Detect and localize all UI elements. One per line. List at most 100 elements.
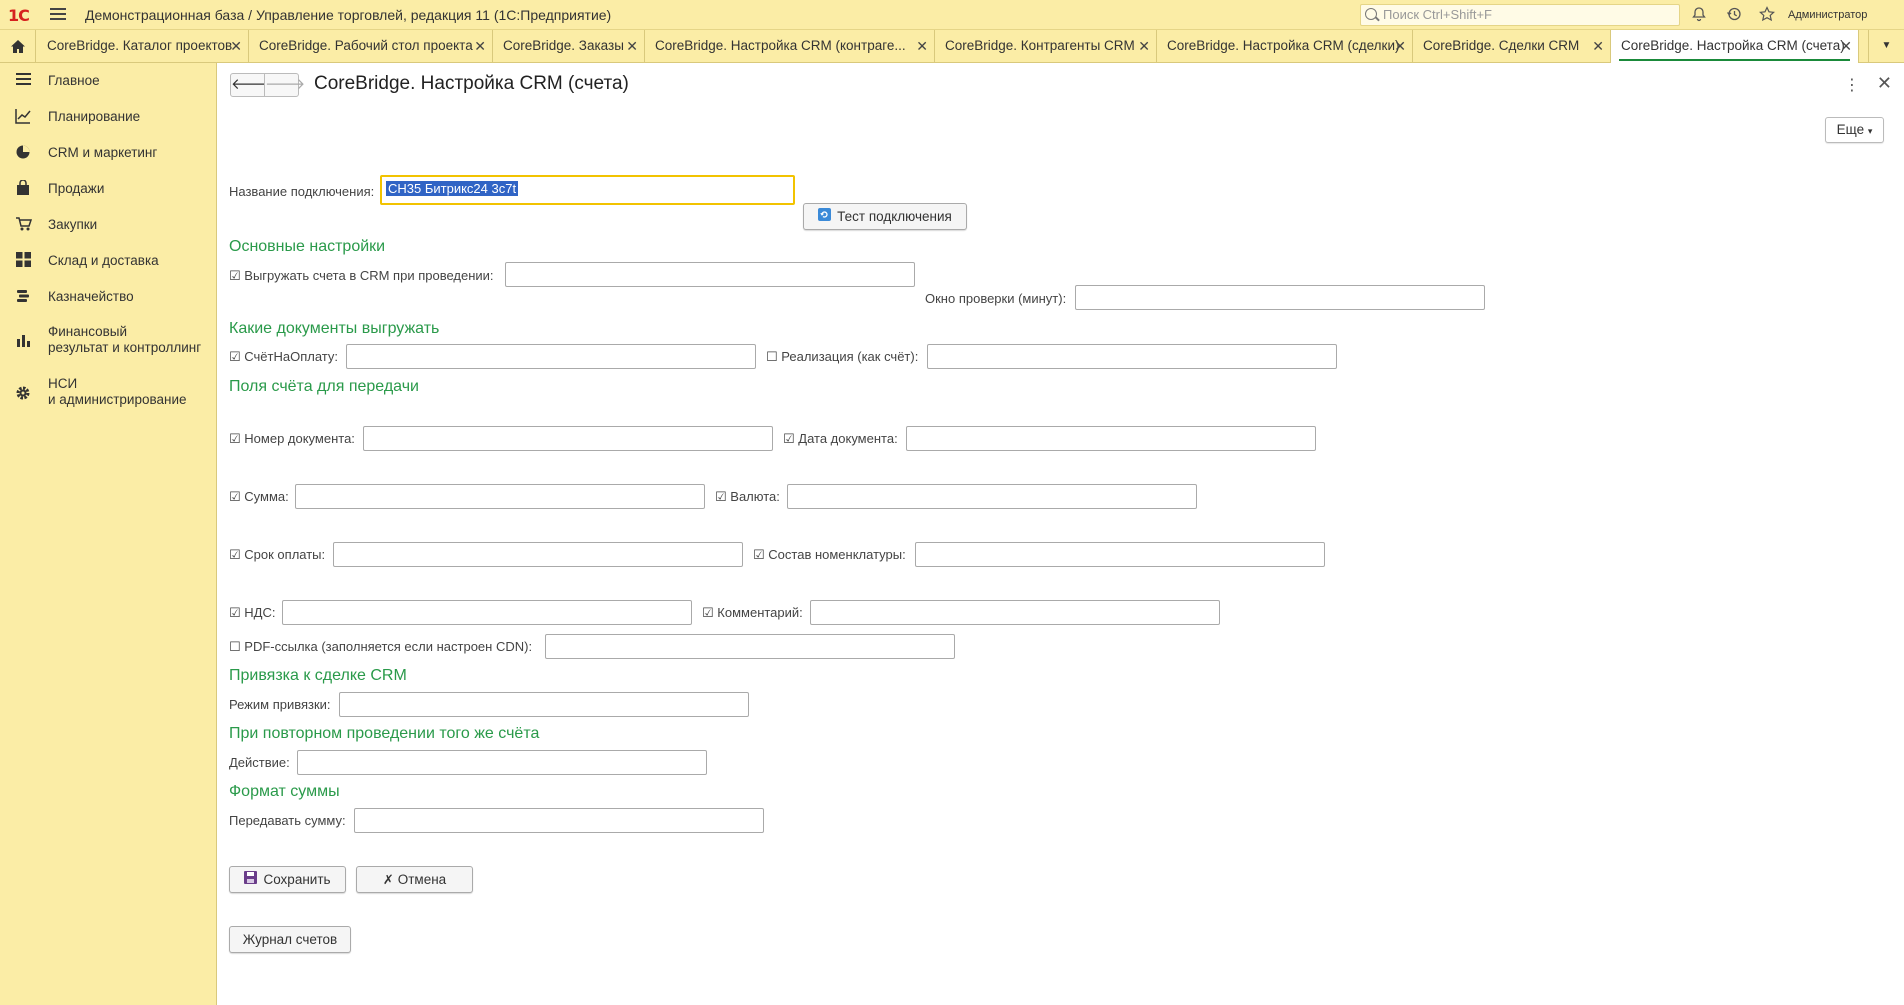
back-button[interactable]: 🡐 bbox=[230, 73, 271, 97]
due-date-checkbox[interactable]: ☑ Срок оплаты: bbox=[229, 547, 325, 563]
save-icon bbox=[244, 868, 258, 893]
coins-icon bbox=[14, 288, 32, 306]
bar-chart-icon bbox=[14, 333, 32, 351]
save-button[interactable]: Сохранить bbox=[229, 866, 346, 893]
action-label: Действие: bbox=[229, 755, 290, 770]
search-input[interactable]: Поиск Ctrl+Shift+F bbox=[1360, 4, 1680, 26]
invoice-journal-button[interactable]: Журнал счетов bbox=[229, 926, 351, 953]
invoice-field[interactable] bbox=[346, 344, 756, 369]
vat-checkbox[interactable]: ☑ НДС: bbox=[229, 605, 275, 621]
gear-icon bbox=[14, 385, 32, 403]
tabs-dropdown-button[interactable]: ▼ bbox=[1868, 30, 1904, 63]
user-name[interactable]: Администратор bbox=[1788, 9, 1867, 21]
history-icon[interactable] bbox=[1725, 6, 1743, 24]
sidebar-item-finance[interactable]: Финансовый результат и контроллинг bbox=[0, 324, 217, 360]
bag-icon bbox=[14, 179, 32, 198]
comment-field[interactable] bbox=[810, 600, 1220, 625]
comment-checkbox[interactable]: ☑ Комментарий: bbox=[702, 605, 803, 621]
section-documents: Какие документы выгружать bbox=[229, 320, 440, 337]
more-button[interactable]: Еще ▾ bbox=[1825, 117, 1884, 143]
section-sum-format: Формат суммы bbox=[229, 783, 340, 800]
tabs-bar: CoreBridge. Каталог проектов ✕ CoreBridge… bbox=[0, 30, 1904, 63]
refresh-icon bbox=[818, 205, 832, 230]
forward-button[interactable]: 🡒 bbox=[264, 73, 305, 97]
tab-deals-crm[interactable]: CoreBridge. Сделки CRM ✕ bbox=[1413, 30, 1611, 63]
app-logo[interactable]: 1С bbox=[8, 6, 38, 25]
due-date-field[interactable] bbox=[333, 542, 743, 567]
title-bar: 1С Демонстрационная база / Управление то… bbox=[0, 0, 1904, 30]
tab-crm-settings-deals[interactable]: CoreBridge. Настройка CRM (сделки) ✕ bbox=[1157, 30, 1413, 63]
sidebar-item-warehouse[interactable]: Склад и доставка bbox=[0, 252, 217, 274]
close-icon[interactable]: ✕ bbox=[230, 30, 242, 62]
tab-crm-settings-invoices[interactable]: CoreBridge. Настройка CRM (счета) ✕ bbox=[1611, 30, 1859, 63]
connection-label: Название подключения: bbox=[229, 184, 375, 199]
link-mode-label: Режим привязки: bbox=[229, 697, 331, 712]
tab-counterparties-crm[interactable]: CoreBridge. Контрагенты CRM ✕ bbox=[935, 30, 1157, 63]
close-icon[interactable]: ✕ bbox=[626, 30, 638, 62]
pie-icon bbox=[14, 144, 32, 162]
close-form-icon[interactable]: ✕ bbox=[1877, 73, 1892, 94]
invoice-checkbox[interactable]: ☑ СчётНаОплату: bbox=[229, 349, 338, 365]
realization-field[interactable] bbox=[927, 344, 1337, 369]
nomenclature-checkbox[interactable]: ☑ Состав номенклатуры: bbox=[753, 547, 906, 563]
check-window-label: Окно проверки (минут): bbox=[925, 291, 1067, 306]
pdf-link-field[interactable] bbox=[545, 634, 955, 659]
test-connection-button[interactable]: Тест подключения bbox=[803, 203, 967, 230]
page-title: CoreBridge. Настройка CRM (счета) bbox=[314, 73, 629, 94]
amount-field[interactable] bbox=[295, 484, 705, 509]
cart-icon bbox=[14, 216, 32, 234]
sidebar-item-planning[interactable]: Планирование bbox=[0, 108, 217, 130]
amount-checkbox[interactable]: ☑ Сумма: bbox=[229, 489, 289, 505]
close-icon[interactable]: ✕ bbox=[1138, 30, 1150, 62]
cancel-button[interactable]: ✗ Отмена bbox=[356, 866, 473, 893]
export-on-post-field[interactable] bbox=[505, 262, 915, 287]
bell-icon[interactable] bbox=[1690, 6, 1708, 24]
doc-number-checkbox[interactable]: ☑ Номер документа: bbox=[229, 431, 355, 447]
pass-amount-label: Передавать сумму: bbox=[229, 813, 346, 828]
star-icon[interactable] bbox=[1758, 6, 1776, 24]
pdf-link-checkbox[interactable]: ☐ PDF-ссылка (заполняется если настроен … bbox=[229, 639, 532, 655]
link-mode-field[interactable] bbox=[339, 692, 749, 717]
tab-orders[interactable]: CoreBridge. Заказы ✕ bbox=[493, 30, 645, 63]
action-field[interactable] bbox=[297, 750, 707, 775]
realization-checkbox[interactable]: ☐ Реализация (как счёт): bbox=[766, 349, 918, 365]
cancel-icon: ✗ bbox=[382, 872, 394, 887]
connection-name-field[interactable]: СН35 Битрикс24 3c7t bbox=[380, 175, 795, 205]
section-invoice-fields: Поля счёта для передачи bbox=[229, 378, 419, 395]
close-icon[interactable]: ✕ bbox=[1394, 30, 1406, 62]
more-actions-icon[interactable]: ⋮ bbox=[1844, 75, 1860, 95]
tab-crm-settings-counterparties[interactable]: CoreBridge. Настройка CRM (контраге... ✕ bbox=[645, 30, 935, 63]
sidebar-item-admin[interactable]: НСИ и администрирование bbox=[0, 376, 217, 412]
sidebar: Главное Планирование CRM и маркетинг Про… bbox=[0, 63, 217, 1005]
close-icon[interactable]: ✕ bbox=[1592, 30, 1604, 62]
doc-date-field[interactable] bbox=[906, 426, 1316, 451]
chart-icon bbox=[14, 108, 32, 126]
export-on-post-checkbox[interactable]: ☑ Выгружать счета в CRM при проведении: bbox=[229, 268, 494, 284]
doc-date-checkbox[interactable]: ☑ Дата документа: bbox=[783, 431, 898, 447]
close-icon[interactable]: ✕ bbox=[474, 30, 486, 62]
home-button[interactable] bbox=[0, 30, 36, 63]
menu-icon[interactable] bbox=[50, 8, 66, 22]
pass-amount-field[interactable] bbox=[354, 808, 764, 833]
section-repost: При повторном проведении того же счёта bbox=[229, 725, 540, 742]
doc-number-field[interactable] bbox=[363, 426, 773, 451]
sidebar-item-purchases[interactable]: Закупки bbox=[0, 216, 217, 238]
close-icon[interactable]: ✕ bbox=[1840, 30, 1852, 62]
currency-field[interactable] bbox=[787, 484, 1197, 509]
tab-desktop[interactable]: CoreBridge. Рабочий стол проекта ✕ bbox=[249, 30, 493, 63]
check-window-field[interactable] bbox=[1075, 285, 1485, 310]
section-basic-settings: Основные настройки bbox=[229, 238, 386, 255]
currency-checkbox[interactable]: ☑ Валюта: bbox=[715, 489, 780, 505]
nomenclature-field[interactable] bbox=[915, 542, 1325, 567]
sidebar-item-sales[interactable]: Продажи bbox=[0, 179, 217, 202]
sidebar-item-main[interactable]: Главное bbox=[0, 72, 217, 94]
close-icon[interactable]: ✕ bbox=[916, 30, 928, 62]
menu-lines-icon bbox=[14, 72, 32, 90]
grid-icon bbox=[14, 252, 32, 270]
home-icon bbox=[11, 40, 25, 53]
sidebar-item-crm[interactable]: CRM и маркетинг bbox=[0, 144, 217, 166]
vat-field[interactable] bbox=[282, 600, 692, 625]
sidebar-item-treasury[interactable]: Казначейство bbox=[0, 288, 217, 310]
tab-catalog[interactable]: CoreBridge. Каталог проектов ✕ bbox=[37, 30, 249, 63]
search-icon bbox=[1365, 8, 1377, 20]
